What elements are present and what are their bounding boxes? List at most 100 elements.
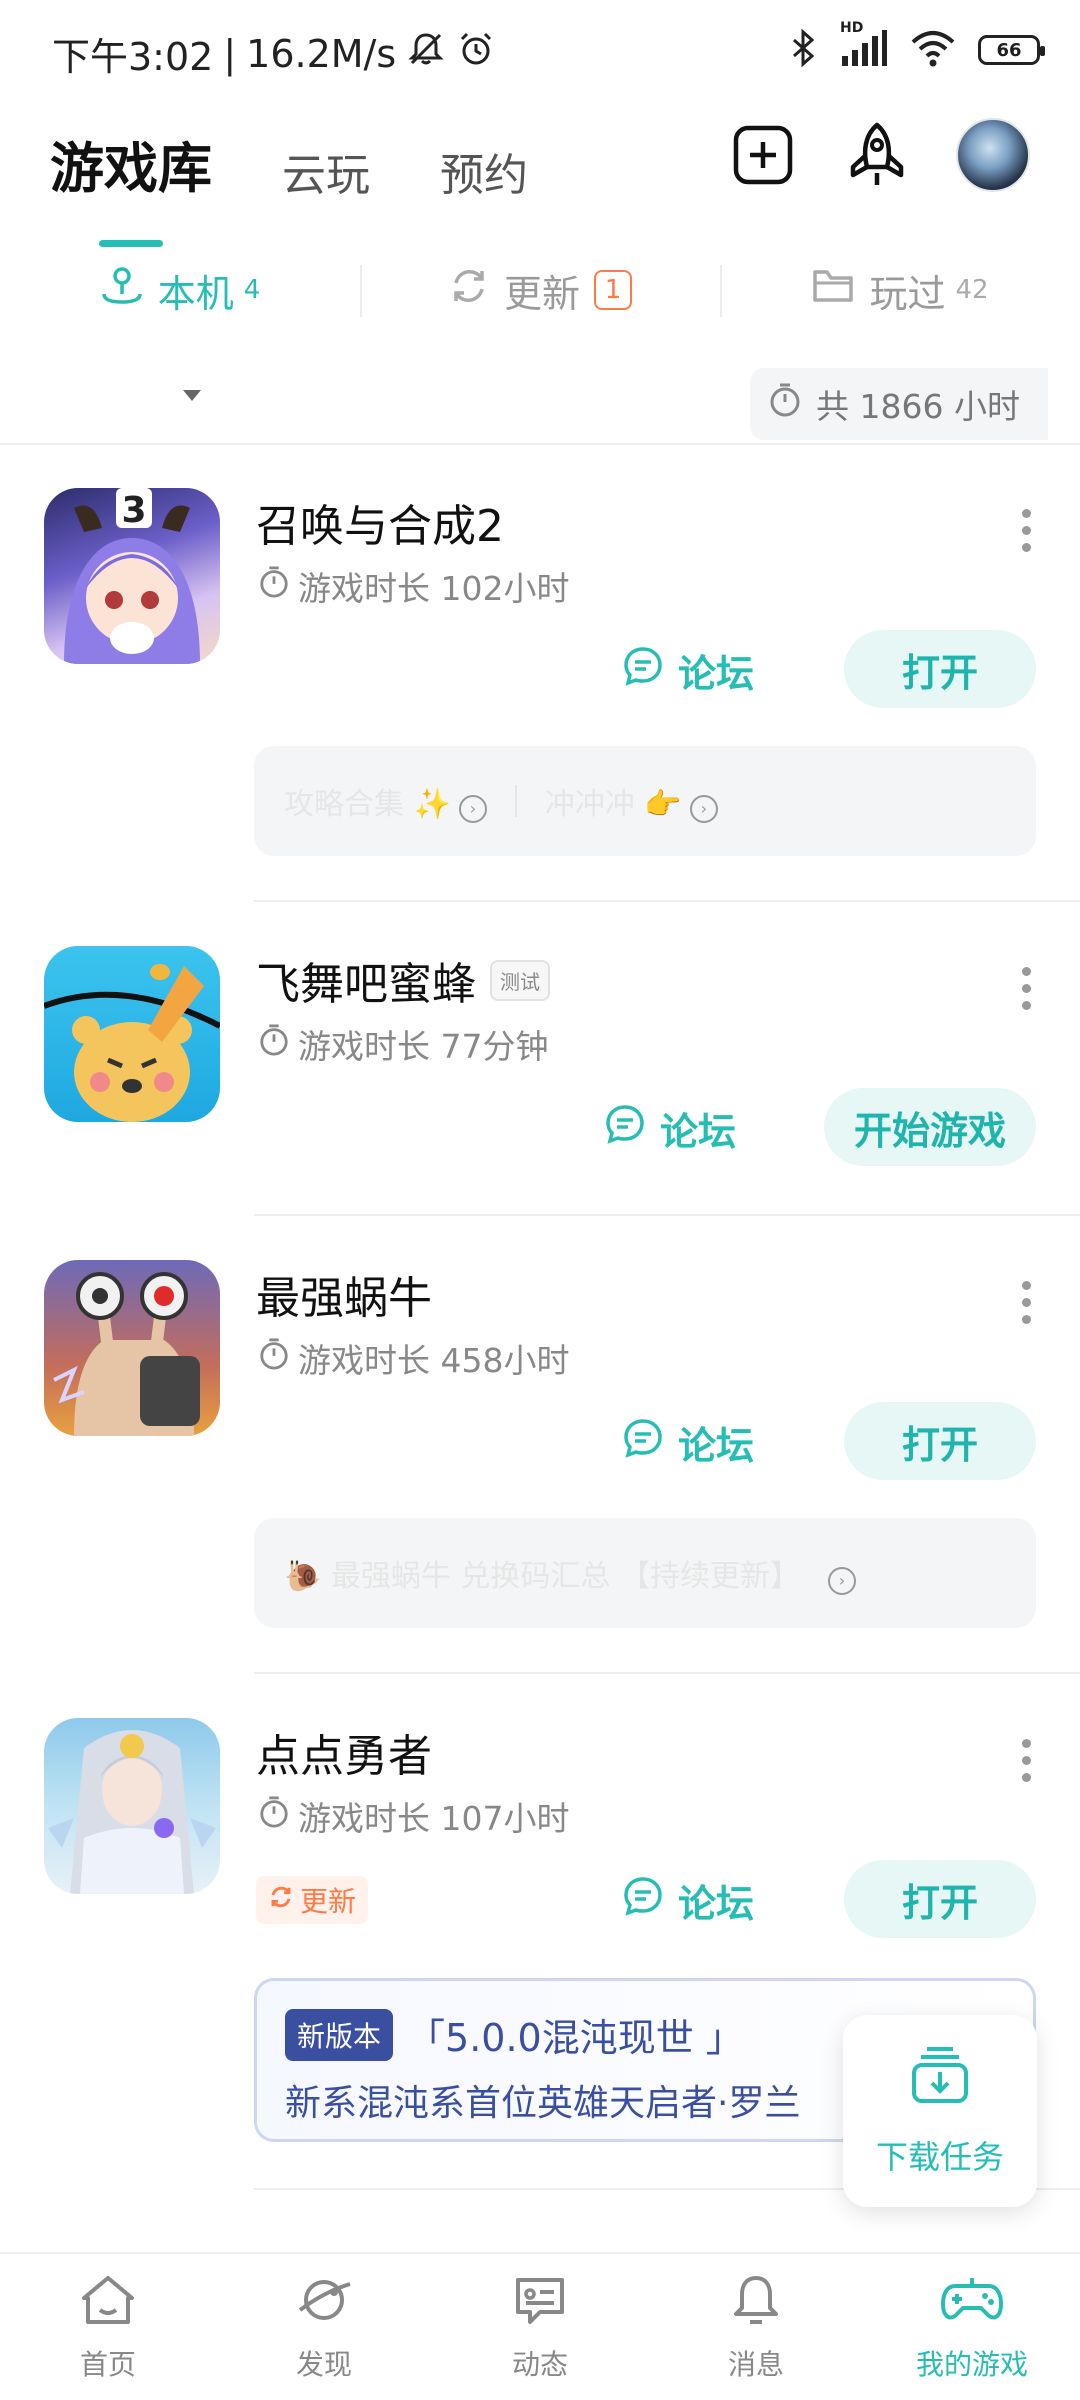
note-link-text: 🐌 最强蜗牛 兑换码汇总 【持续更新】 [284, 1559, 800, 1594]
game-card[interactable]: 飞舞吧蜜蜂 测试 游戏时长 77分钟 论坛 开始游戏 [0, 946, 1080, 1216]
divider [254, 1672, 1080, 1674]
update-tag: 更新 [256, 1876, 369, 1924]
note-link[interactable]: 冲冲冲 👉 › [545, 779, 718, 823]
game-playtime: 游戏时长 458小时 [258, 1334, 569, 1382]
game-card[interactable]: 最强蜗牛 游戏时长 458小时 论坛 打开 🐌 最强蜗牛 兑换码汇总 【持续更新… [0, 1260, 1080, 1674]
game-icon[interactable] [44, 1718, 220, 1894]
total-playtime-text: 共 1866 小时 [816, 387, 1020, 426]
alarm-icon [456, 29, 496, 78]
status-network-speed: 16.2M/s [246, 31, 397, 76]
open-game-button[interactable]: 打开 [844, 1860, 1036, 1938]
chevron-right-icon: › [458, 794, 487, 823]
note-link[interactable]: 攻略合集 ✨ › [284, 779, 487, 823]
game-title: 点点勇者 [256, 1720, 432, 1784]
game-playtime: 游戏时长 102小时 [258, 562, 569, 610]
home-icon [78, 2272, 138, 2335]
boost-button[interactable] [842, 120, 912, 190]
forum-button[interactable]: 论坛 [622, 1415, 754, 1470]
battery-icon: 66 [978, 35, 1045, 65]
user-avatar[interactable] [956, 118, 1030, 192]
open-game-button[interactable]: 打开 [844, 630, 1036, 708]
note-link[interactable]: 🐌 最强蜗牛 兑换码汇总 【持续更新】 › [284, 1551, 856, 1595]
game-playtime-text: 游戏时长 102小时 [298, 569, 570, 608]
game-playtime-text: 游戏时长 77分钟 [298, 1027, 549, 1066]
subtab-local-count: 4 [243, 275, 261, 305]
sub-tabs: 本机 4 更新 1 玩过 42 [0, 245, 1080, 335]
forum-button[interactable]: 论坛 [622, 1873, 754, 1928]
nav-discover[interactable]: 发现 [216, 2254, 432, 2400]
wifi-icon [910, 28, 956, 72]
news-badge: 新版本 [285, 2008, 394, 2061]
game-card[interactable]: 3 召唤与合成2 游戏时长 102小时 论坛 打开 攻略合集 ✨ › 冲冲冲 👉 › [0, 488, 1080, 902]
download-tasks-button[interactable]: 下载任务 [843, 2015, 1037, 2207]
subtab-local[interactable]: 本机 4 [0, 245, 360, 335]
more-options-icon[interactable] [1016, 1730, 1036, 1790]
nav-home-label: 首页 [79, 2347, 136, 2381]
download-tasks-label: 下载任务 [875, 2138, 1004, 2176]
sort-dropdown-icon[interactable] [183, 390, 201, 401]
forum-icon [622, 1417, 664, 1468]
sort-row: 共 1866 小时 [0, 360, 1080, 445]
game-title-text: 点点勇者 [256, 1731, 432, 1782]
subtab-updates-label: 更新 [503, 271, 580, 316]
status-separator: | [223, 31, 237, 76]
timer-icon [258, 1337, 290, 1379]
open-game-button[interactable]: 打开 [844, 1402, 1036, 1480]
note-link-text: 攻略合集 ✨ [284, 787, 451, 822]
mute-icon [406, 29, 446, 78]
more-options-icon[interactable] [1016, 500, 1036, 560]
status-time: 下午3:02 [52, 35, 214, 79]
nav-home[interactable]: 首页 [0, 2254, 216, 2400]
feed-icon [510, 2272, 570, 2335]
start-game-button[interactable]: 开始游戏 [824, 1088, 1036, 1166]
forum-icon [604, 1103, 646, 1154]
divider [254, 1214, 1080, 1216]
rocket-icon [850, 122, 904, 185]
status-right: HD 66 [788, 20, 1045, 72]
add-game-button[interactable] [728, 120, 798, 190]
game-title-text: 召唤与合成2 [256, 501, 504, 552]
nav-messages[interactable]: 消息 [648, 2254, 864, 2400]
subtab-updates[interactable]: 更新 1 [360, 245, 720, 335]
bluetooth-icon [788, 28, 818, 72]
tab-game-library[interactable]: 游戏库 [50, 124, 212, 203]
game-notes: 攻略合集 ✨ › 冲冲冲 👉 › [254, 746, 1036, 856]
nav-feed[interactable]: 动态 [432, 2254, 648, 2400]
tab-cloud-play[interactable]: 云玩 [282, 139, 370, 203]
note-separator [514, 785, 517, 817]
game-playtime-text: 游戏时长 458小时 [298, 1341, 570, 1380]
discover-icon [294, 2272, 354, 2335]
hd-label: HD [840, 20, 864, 36]
game-title: 最强蜗牛 [256, 1262, 432, 1326]
chevron-right-icon: › [827, 1566, 856, 1595]
subtab-played[interactable]: 玩过 42 [720, 245, 1080, 335]
game-playtime-text: 游戏时长 107小时 [298, 1799, 570, 1838]
top-tabs: 游戏库 云玩 预约 [50, 124, 528, 203]
forum-button[interactable]: 论坛 [622, 643, 754, 698]
game-title: 飞舞吧蜜蜂 测试 [256, 948, 550, 1012]
refresh-icon [448, 265, 490, 316]
game-icon[interactable] [44, 946, 220, 1122]
status-bar: 下午3:02 | 16.2M/s HD 66 [0, 0, 1080, 100]
refresh-icon [268, 1884, 294, 1917]
news-title: 「5.0.0混沌现世 」 [407, 2016, 744, 2060]
subtab-updates-badge: 1 [594, 270, 632, 310]
forum-button-label: 论坛 [678, 1882, 755, 1926]
nav-feed-label: 动态 [511, 2347, 568, 2381]
game-icon[interactable]: 3 [44, 488, 220, 664]
forum-icon [622, 645, 664, 696]
divider [254, 900, 1080, 902]
game-icon[interactable] [44, 1260, 220, 1436]
more-options-icon[interactable] [1016, 958, 1036, 1018]
tab-reservations[interactable]: 预约 [440, 139, 528, 203]
timer-icon [258, 1795, 290, 1837]
more-options-icon[interactable] [1016, 1272, 1036, 1332]
total-playtime: 共 1866 小时 [750, 368, 1048, 440]
nav-my-games[interactable]: 我的游戏 [864, 2254, 1080, 2400]
timer-icon [258, 1023, 290, 1065]
game-playtime: 游戏时长 77分钟 [258, 1020, 548, 1068]
forum-button[interactable]: 论坛 [604, 1101, 736, 1156]
signal-icon: HD [840, 20, 888, 72]
bottom-nav: 首页 发现 动态 消息 我的游戏 [0, 2252, 1080, 2400]
timer-icon [768, 382, 802, 426]
